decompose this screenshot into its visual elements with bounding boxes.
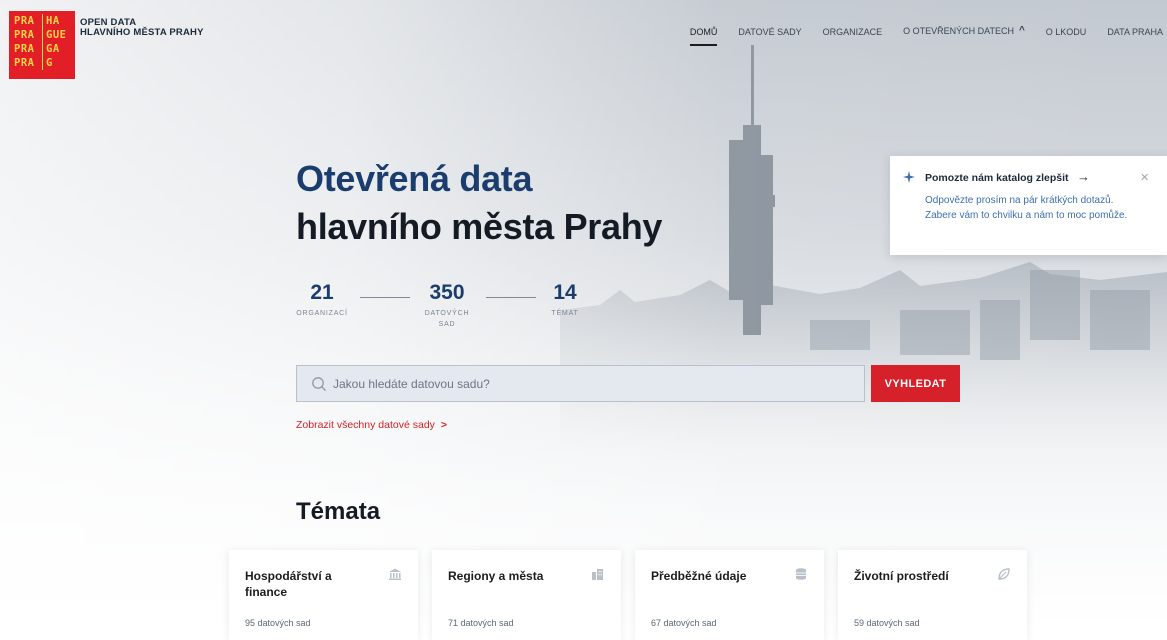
show-all-datasets-link[interactable]: Zobrazit všechny datové sady > [296,419,447,431]
nav-domu[interactable]: DOMŮ [689,27,717,46]
nav-o-otevrenych-datech-label: O OTEVŘENÝCH DATECH [903,26,1014,36]
feedback-popup: Pomozte nám katalog zlepšit → ✕ Odpovězt… [890,156,1167,255]
brand-line-2: HLAVNÍHO MĚSTA PRAHY [80,27,204,38]
arrow-right-icon[interactable]: → [1077,169,1090,184]
nav-o-lkodu[interactable]: O LKODU [1046,27,1087,37]
stat-label: DATOVÝCH SAD [418,308,476,330]
search-icon [312,376,326,391]
topic-card-zivotni-prostredi[interactable]: Životní prostředí 59 datových sad [838,550,1027,640]
topic-card-title: Regiony a města [448,569,544,583]
topic-card-title: Hospodářství a finance [245,569,332,599]
topic-card-predbezne[interactable]: Předběžné údaje 67 datových sad [635,550,824,640]
logo-cell: PRA [14,29,35,41]
stat-datasets: 350 DATOVÝCH SAD [418,281,476,330]
topic-card-count: 95 datových sad [245,618,311,628]
leaf-icon [998,568,1010,580]
search-box [296,365,865,402]
stat-value: 21 [310,281,334,304]
logo-cell: PRA [14,57,35,69]
main-nav: DOMŮ DATOVÉ SADY ORGANIZACE O OTEVŘENÝCH… [669,25,1167,46]
logo-cell: PRA [14,15,35,27]
logo-cell: GUE [42,28,70,42]
topic-card-count: 67 datových sad [651,618,717,628]
popup-body: Odpovězte prosím na pár krátkých dotazů.… [925,195,1128,221]
topic-card-count: 71 datových sad [448,618,514,628]
chevron-up-icon: ^ [1018,25,1025,36]
sparkle-icon [903,171,915,183]
topic-card-regiony[interactable]: Regiony a města 71 datových sad [432,550,621,640]
stat-separator [360,297,410,298]
nav-o-otevrenych-datech[interactable]: O OTEVŘENÝCH DATECH ^ [903,25,1025,37]
topic-card-count: 59 datových sad [854,618,920,628]
popup-title[interactable]: Pomozte nám katalog zlepšit [925,172,1069,184]
brand-title: OPEN DATA HLAVNÍHO MĚSTA PRAHY [80,18,204,38]
database-icon [796,568,806,580]
praha-logo[interactable]: PRA HA PRA GUE PRA GA PRA G [9,11,75,79]
topic-card-title: Životní prostředí [854,569,949,583]
logo-cell: HA [42,14,70,28]
nav-datove-sady[interactable]: DATOVÉ SADY [738,27,801,37]
hero-background [0,0,1167,626]
topics-heading: Témata [296,498,381,525]
topic-card-hospodarstvi[interactable]: Hospodářství a finance 95 datových sad [229,550,418,640]
chevron-right-icon: > [440,419,448,431]
logo-cell: PRA [14,43,35,55]
nav-organizace[interactable]: ORGANIZACE [823,27,883,37]
stat-value: 14 [553,281,577,304]
hero-title-line-1: Otevřená data [296,158,533,199]
topic-card-title: Předběžné údaje [651,569,747,583]
search-button[interactable]: VYHLEDAT [871,365,960,402]
stat-label: TÉMAT [551,310,579,317]
hero-title-line-2: hlavního města Prahy [296,206,663,247]
search-input[interactable] [327,366,864,401]
stat-topics: 14 TÉMAT [548,281,582,319]
stat-label-2: SAD [438,321,456,328]
stat-separator [486,297,536,298]
city-icon [592,569,603,580]
logo-cell: GA [42,42,70,56]
show-all-label: Zobrazit všechny datové sady [296,419,435,431]
stat-label-1: DATOVÝCH [424,310,470,317]
bank-icon [389,568,401,580]
stat-organizations: 21 ORGANIZACÍ [296,281,348,319]
logo-cell: G [42,56,70,70]
stat-label: ORGANIZACÍ [296,310,348,317]
close-icon[interactable]: ✕ [1140,171,1149,184]
stat-value: 350 [429,281,465,304]
nav-data-praha[interactable]: DATA PRAHA [1107,27,1163,37]
